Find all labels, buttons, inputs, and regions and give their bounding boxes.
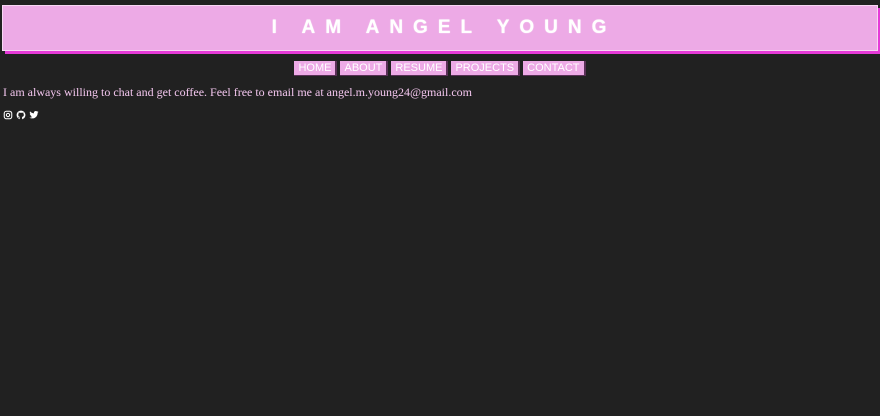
nav-link-about[interactable]: ABOUT: [340, 61, 389, 76]
site-header: I AM ANGEL YOUNG: [2, 5, 878, 51]
site-title: I AM ANGEL YOUNG: [271, 17, 617, 38]
social-links: [3, 110, 39, 120]
twitter-link[interactable]: [29, 110, 39, 120]
twitter-icon: [29, 111, 39, 119]
instagram-link[interactable]: [3, 110, 13, 120]
contact-intro-text: I am always willing to chat and get coff…: [3, 85, 473, 99]
github-icon: [16, 110, 26, 120]
github-link[interactable]: [16, 110, 26, 120]
nav-link-home[interactable]: HOME: [294, 61, 338, 76]
main-nav: HOME ABOUT RESUME PROJECTS CONTACT: [0, 61, 880, 76]
instagram-icon: [3, 110, 13, 120]
nav-link-contact[interactable]: CONTACT: [523, 61, 586, 76]
nav-link-projects[interactable]: PROJECTS: [451, 61, 521, 76]
nav-link-resume[interactable]: RESUME: [391, 61, 449, 76]
